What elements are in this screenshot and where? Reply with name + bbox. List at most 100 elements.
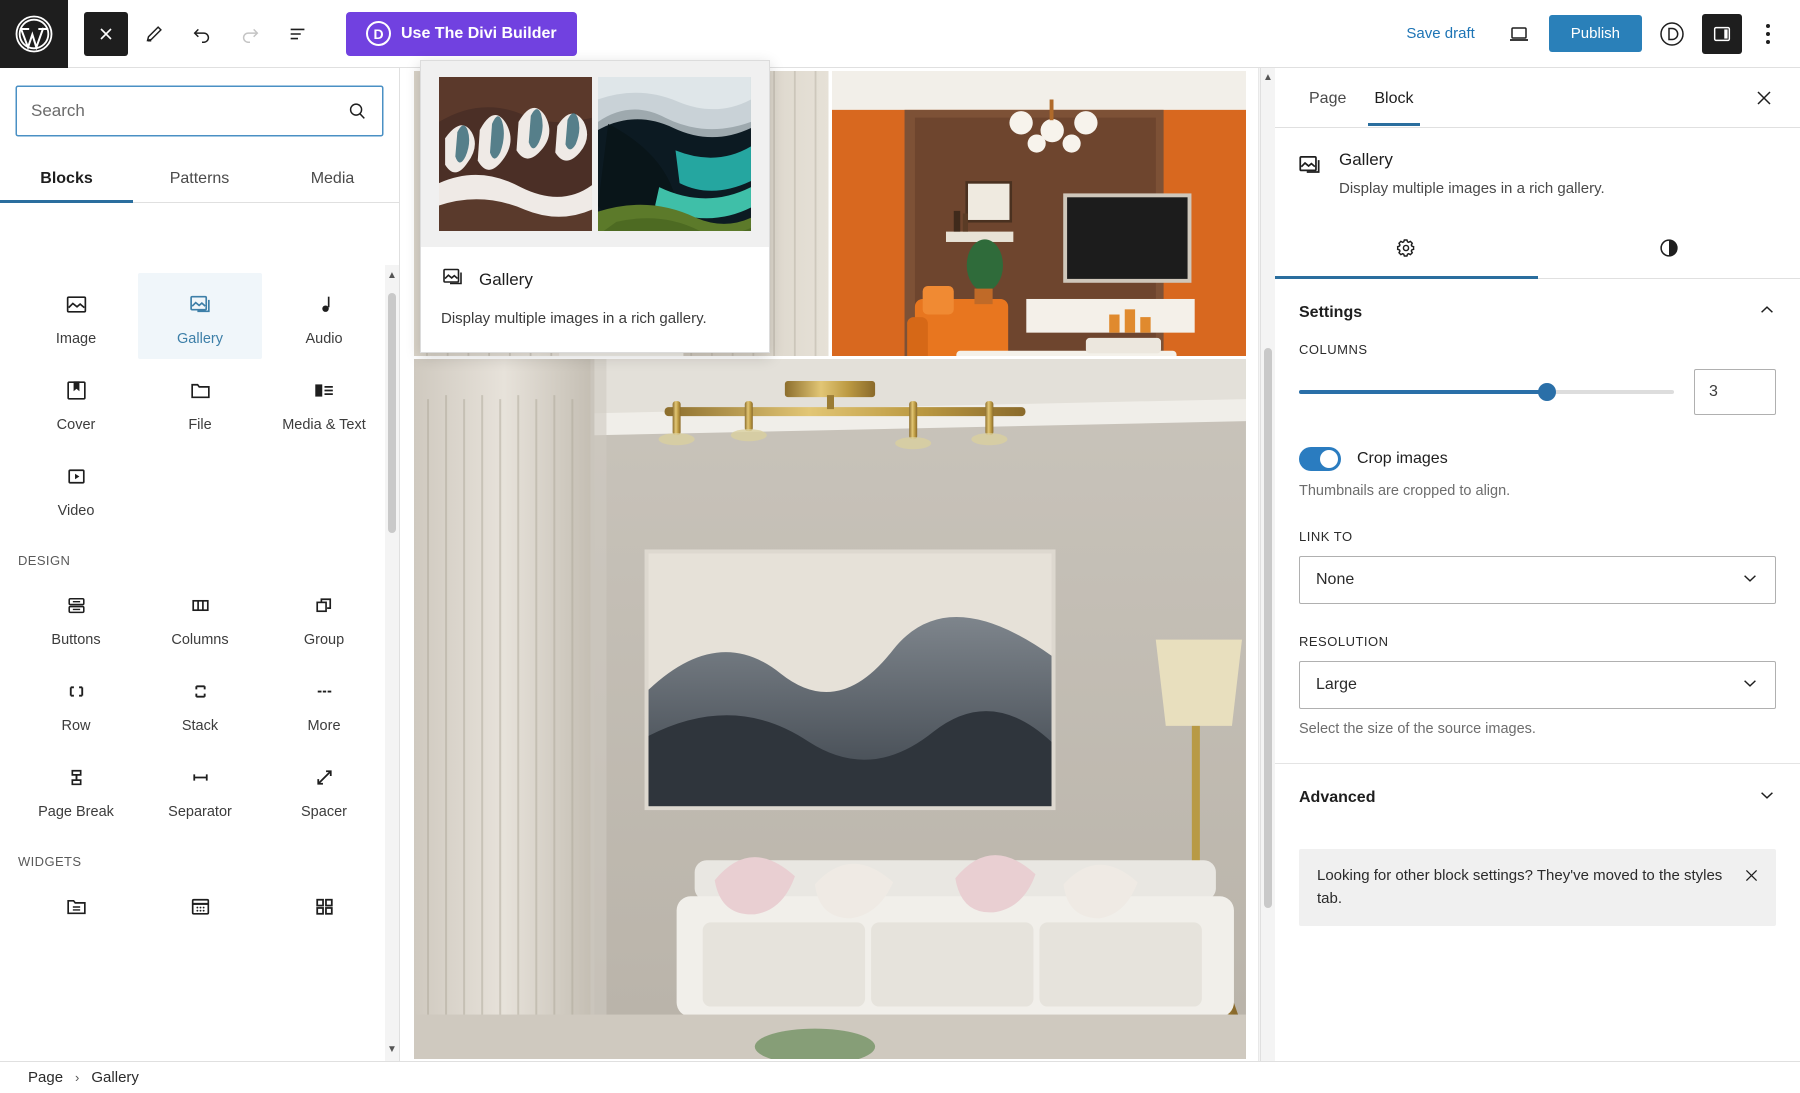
file-folder-icon xyxy=(188,377,213,403)
group-icon xyxy=(312,592,337,618)
breadcrumb-item-page[interactable]: Page xyxy=(28,1069,63,1086)
close-sidebar-icon[interactable] xyxy=(1746,80,1782,116)
gallery-icon xyxy=(1297,150,1323,199)
block-label: Stack xyxy=(181,718,219,734)
inserter-tabs: Blocks Patterns Media xyxy=(0,154,399,203)
block-description: Display multiple images in a rich galler… xyxy=(1339,180,1605,197)
link-to-label: LINK TO xyxy=(1299,529,1353,545)
buttons-icon xyxy=(64,592,89,618)
editor-top-bar: D Use The Divi Builder Save draft Publis… xyxy=(0,0,1800,68)
sidebar-scrollbar[interactable]: ▲ xyxy=(1261,68,1275,1061)
block-item-file[interactable]: File xyxy=(138,359,262,445)
divi-badge-icon: D xyxy=(366,21,391,46)
notice-text: Looking for other block settings? They'v… xyxy=(1317,867,1723,907)
media-text-icon xyxy=(312,377,337,403)
styles-moved-notice: Looking for other block settings? They'v… xyxy=(1299,849,1776,927)
block-label: Image xyxy=(55,331,97,347)
block-item-calendar[interactable] xyxy=(138,875,262,931)
scrollbar-thumb[interactable] xyxy=(388,293,396,533)
resolution-select[interactable]: Large xyxy=(1299,661,1776,710)
spacer-arrows-icon xyxy=(312,764,337,790)
block-item-gallery[interactable]: Gallery xyxy=(138,273,262,359)
block-item-categories[interactable] xyxy=(262,875,386,931)
separator-icon xyxy=(188,764,213,790)
block-item-group[interactable]: Group xyxy=(262,574,386,660)
block-item-columns[interactable]: Columns xyxy=(138,574,262,660)
search-area xyxy=(0,68,399,136)
block-item-audio[interactable]: Audio xyxy=(262,273,386,359)
inserter-scrollbar[interactable]: ▲ ▼ xyxy=(385,265,399,1061)
slider-knob[interactable] xyxy=(1537,383,1556,402)
block-item-stack[interactable]: Stack xyxy=(138,660,262,746)
breadcrumb-item-gallery[interactable]: Gallery xyxy=(91,1069,139,1086)
block-item-cover[interactable]: Cover xyxy=(14,359,138,445)
settings-panel-header[interactable]: Settings xyxy=(1275,279,1800,342)
divi-circle-icon[interactable] xyxy=(1650,12,1694,56)
block-item-page-break[interactable]: Page Break xyxy=(14,746,138,832)
close-icon[interactable] xyxy=(1743,865,1760,889)
redo-icon[interactable] xyxy=(228,12,272,56)
block-item-separator[interactable]: Separator xyxy=(138,746,262,832)
tab-page[interactable]: Page xyxy=(1295,71,1360,125)
tab-patterns[interactable]: Patterns xyxy=(133,154,266,202)
chevron-up-icon[interactable] xyxy=(1758,301,1776,324)
block-item-more[interactable]: More xyxy=(262,660,386,746)
undo-icon[interactable] xyxy=(180,12,224,56)
block-label: Buttons xyxy=(51,632,101,648)
close-icon[interactable] xyxy=(84,11,128,56)
search-input[interactable] xyxy=(17,101,346,121)
block-item-spacer[interactable]: Spacer xyxy=(262,746,386,832)
save-draft-button[interactable]: Save draft xyxy=(1392,17,1488,50)
block-item-row[interactable]: Row xyxy=(14,660,138,746)
block-label: File xyxy=(188,417,212,433)
block-item-archives[interactable] xyxy=(14,875,138,931)
chevron-down-icon xyxy=(1741,569,1759,592)
tab-block[interactable]: Block xyxy=(1360,71,1427,126)
advanced-title: Advanced xyxy=(1299,788,1376,806)
crop-images-toggle[interactable] xyxy=(1299,447,1341,472)
slider-fill xyxy=(1299,390,1547,395)
sidebar-scroll-up-icon[interactable]: ▲ xyxy=(1263,72,1273,83)
use-divi-builder-button[interactable]: D Use The Divi Builder xyxy=(346,11,577,56)
settings-styles-tabs xyxy=(1275,221,1800,280)
block-label: Separator xyxy=(168,804,232,820)
block-label: Audio xyxy=(305,331,343,347)
link-to-select[interactable]: None xyxy=(1299,556,1776,605)
columns-label: COLUMNS xyxy=(1299,342,1368,358)
preview-thumb-coast xyxy=(598,77,751,231)
scroll-up-icon[interactable]: ▲ xyxy=(387,271,397,281)
laptop-preview-icon[interactable] xyxy=(1497,12,1541,56)
advanced-panel-header[interactable]: Advanced xyxy=(1275,764,1800,827)
image-icon xyxy=(64,291,89,317)
search-box[interactable] xyxy=(16,86,383,136)
kebab-menu-icon[interactable] xyxy=(1750,14,1786,54)
sidebar-scrollbar-thumb[interactable] xyxy=(1264,348,1272,908)
pencil-edit-icon[interactable] xyxy=(132,12,176,56)
scroll-down-icon[interactable]: ▼ xyxy=(387,1045,397,1055)
columns-slider[interactable] xyxy=(1299,383,1674,402)
tab-settings-gear[interactable] xyxy=(1275,221,1538,280)
block-item-media-text[interactable]: Media & Text xyxy=(262,359,386,445)
block-item-image[interactable]: Image xyxy=(14,273,138,359)
settings-sidebar-icon[interactable] xyxy=(1702,13,1742,54)
preview-info: Gallery Display multiple images in a ric… xyxy=(421,247,769,352)
block-preview-popover: Gallery Display multiple images in a ric… xyxy=(420,60,770,353)
gallery-icon xyxy=(441,265,465,294)
chevron-down-icon[interactable] xyxy=(1758,786,1776,809)
block-group-widgets xyxy=(0,875,399,931)
video-play-icon xyxy=(64,463,89,489)
publish-button[interactable]: Publish xyxy=(1548,15,1642,52)
block-item-buttons[interactable]: Buttons xyxy=(14,574,138,660)
wordpress-logo-icon[interactable] xyxy=(0,0,68,68)
section-heading-design: DESIGN xyxy=(18,553,71,568)
block-item-video[interactable]: Video xyxy=(14,445,138,531)
tab-blocks[interactable]: Blocks xyxy=(0,154,133,203)
gallery-image-sofa-art[interactable] xyxy=(414,359,1246,1059)
tab-media[interactable]: Media xyxy=(266,154,399,202)
document-outline-icon[interactable] xyxy=(276,12,320,56)
categories-grid-icon xyxy=(312,893,337,919)
gallery-image-livingroom[interactable] xyxy=(831,71,1246,356)
block-label: More xyxy=(307,718,341,734)
tab-styles[interactable] xyxy=(1538,221,1800,278)
columns-number-input[interactable]: 3 xyxy=(1694,369,1776,416)
